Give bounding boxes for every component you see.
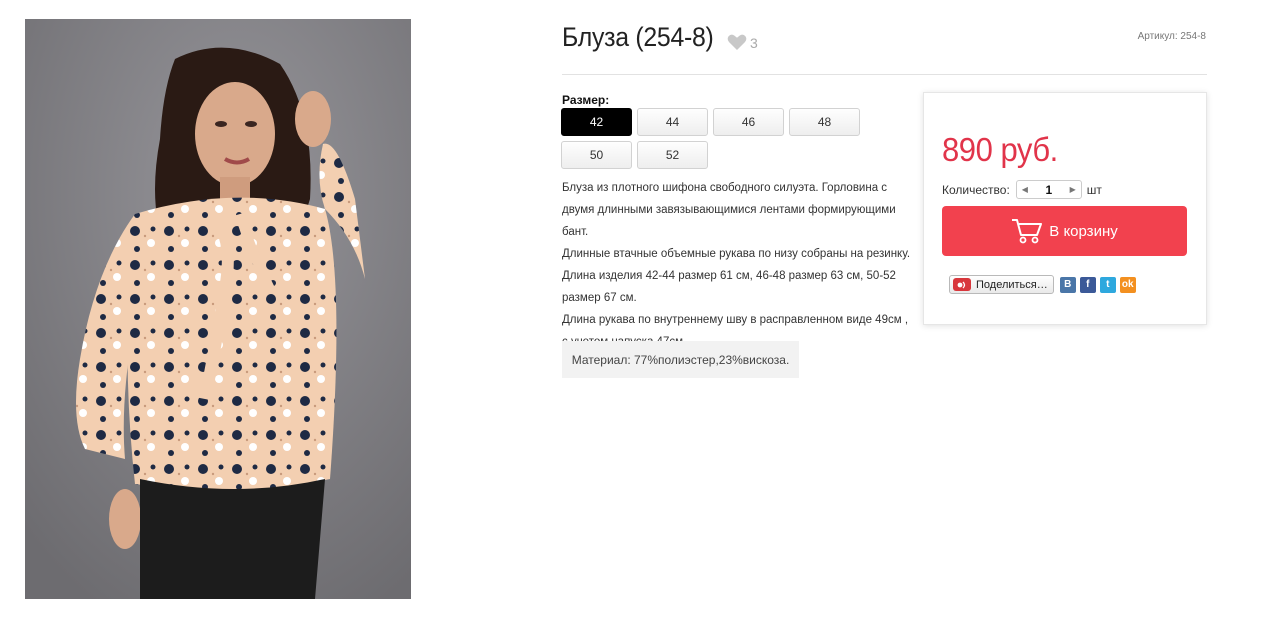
vk-share-icon[interactable]: В	[1059, 276, 1076, 293]
description-paragraph: Длинные втачные объемные рукава по низу …	[562, 248, 911, 260]
like-button[interactable]: 3	[727, 34, 758, 51]
increment-icon[interactable]: ▶	[1070, 185, 1076, 194]
product-photo[interactable]	[25, 19, 411, 599]
size-label: Размер:	[562, 93, 610, 107]
facebook-share-icon[interactable]: f	[1079, 276, 1096, 293]
title-divider	[562, 74, 1207, 75]
odnoklassniki-share-icon[interactable]: ok	[1119, 276, 1136, 293]
quantity-unit: шт	[1086, 182, 1102, 197]
description-paragraph: Длина изделия 42-44 размер 61 см, 46-48 …	[562, 270, 896, 304]
like-count: 3	[750, 34, 758, 51]
price: 890 руб.	[942, 131, 1058, 168]
twitter-share-icon[interactable]: t	[1099, 276, 1116, 293]
size-option-50[interactable]: 50	[561, 141, 632, 169]
quantity-row: Количество: ◀ 1 ▶ шт	[942, 180, 1102, 199]
heart-icon	[727, 34, 747, 50]
material-info: Материал: 77%полиэстер,23%вискоза.	[562, 341, 799, 378]
size-option-52[interactable]: 52	[637, 141, 708, 169]
buy-box: 890 руб. Количество: ◀ 1 ▶ шт В корзину …	[923, 92, 1207, 325]
cart-icon	[1012, 219, 1043, 244]
size-option-46[interactable]: 46	[713, 108, 784, 136]
size-option-42[interactable]: 42	[561, 108, 632, 136]
sku-label: Артикул: 254-8	[1137, 31, 1206, 42]
share-button[interactable]: Поделиться…	[949, 275, 1054, 294]
product-title: Блуза (254-8)	[562, 22, 714, 52]
product-description: Блуза из плотного шифона свободного силу…	[562, 177, 914, 353]
quantity-label: Количество:	[942, 182, 1010, 197]
product-photo-illustration	[25, 19, 411, 599]
size-option-44[interactable]: 44	[637, 108, 708, 136]
share-label: Поделиться…	[976, 278, 1048, 291]
share-icon	[953, 278, 971, 291]
quantity-stepper[interactable]: ◀ 1 ▶	[1015, 180, 1082, 199]
description-paragraph: Блуза из плотного шифона свободного силу…	[562, 182, 896, 238]
share-bar: Поделиться… В f t ok	[949, 275, 1136, 294]
add-to-cart-label: В корзину	[1049, 222, 1118, 240]
size-option-48[interactable]: 48	[789, 108, 860, 136]
add-to-cart-button[interactable]: В корзину	[942, 206, 1187, 256]
decrement-icon[interactable]: ◀	[1022, 185, 1028, 194]
quantity-value[interactable]: 1	[1045, 183, 1052, 197]
